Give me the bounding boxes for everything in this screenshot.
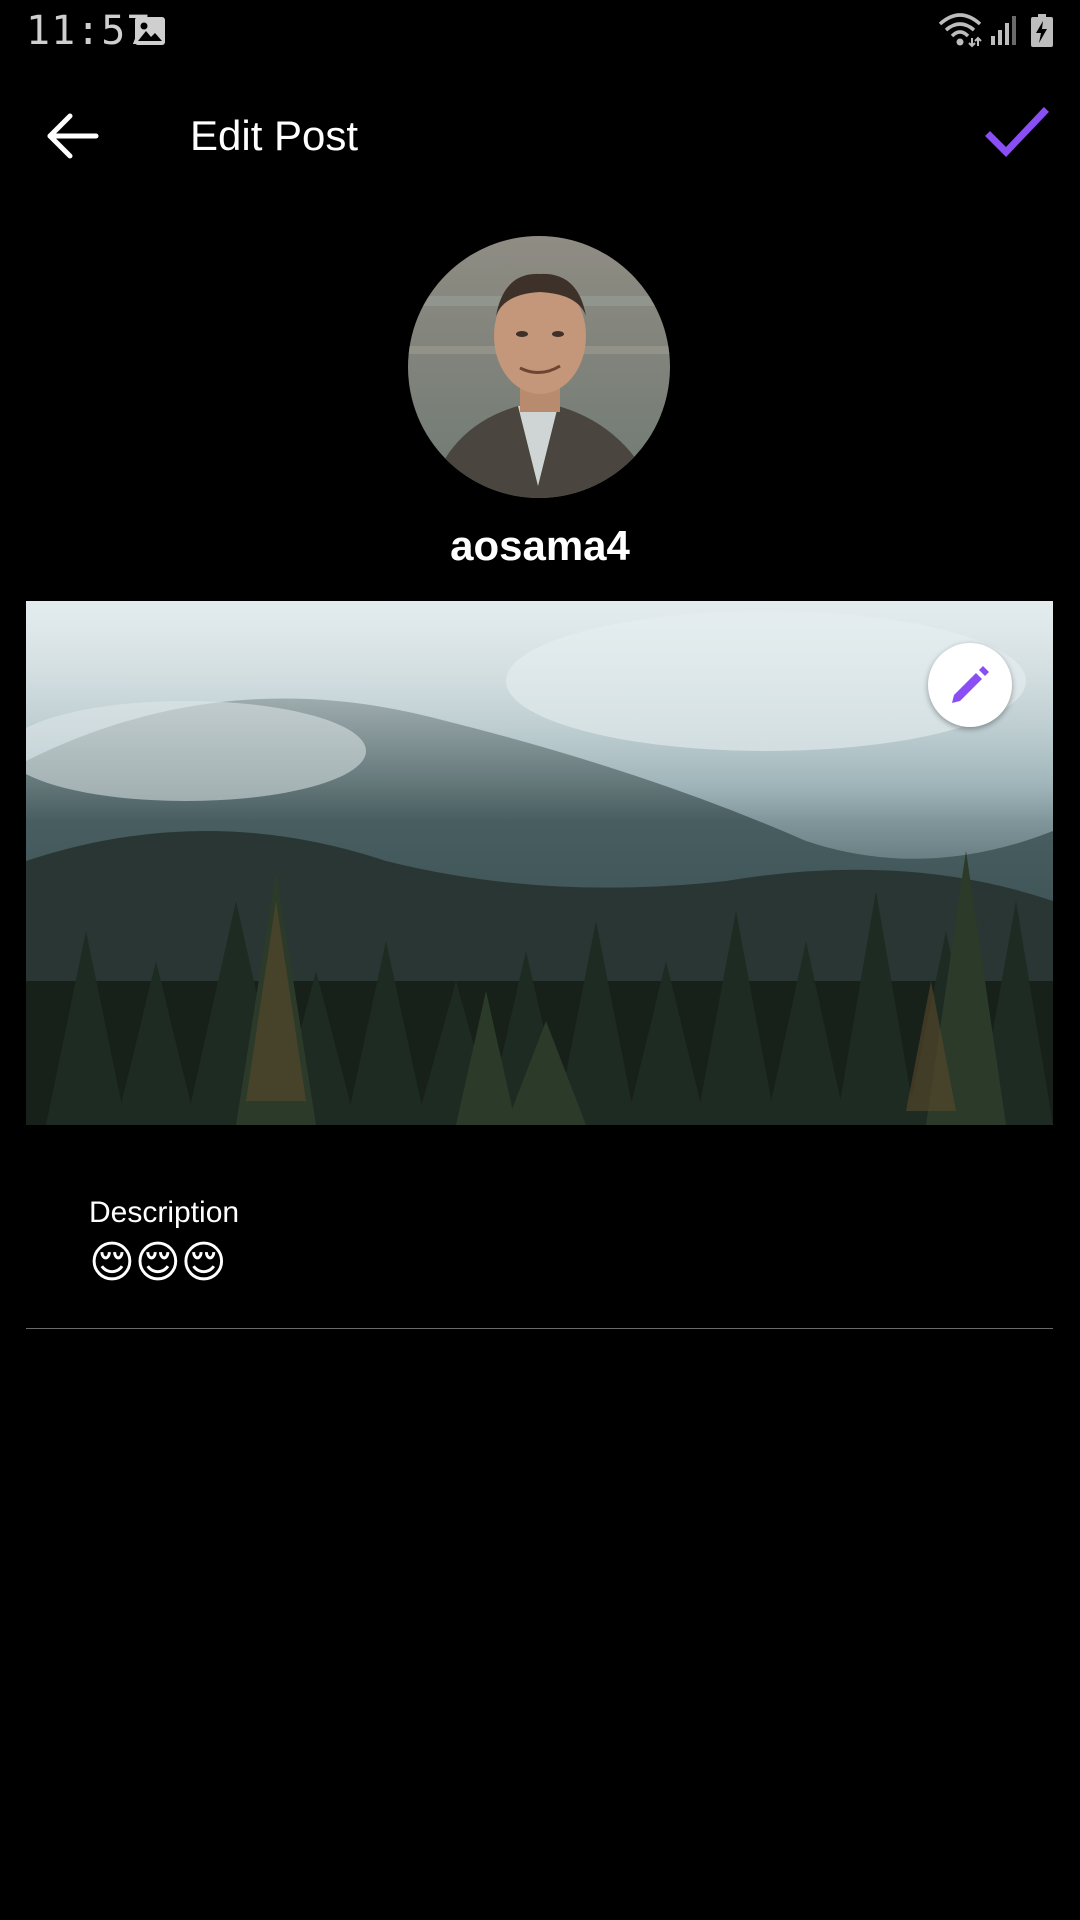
battery-charging-icon: [1031, 14, 1053, 47]
wifi-icon: [938, 13, 982, 48]
username: aosama4: [450, 522, 630, 569]
forest-mountain-image: [26, 601, 1053, 1125]
description-input[interactable]: 😌😌😌: [89, 1236, 989, 1290]
description-label: Description: [89, 1196, 240, 1229]
avatar[interactable]: [408, 236, 670, 498]
cell-signal-icon: [991, 16, 1016, 45]
edit-image-button[interactable]: [928, 643, 1012, 727]
app-bar: Edit Post: [0, 84, 1080, 188]
page-title: Edit Post: [190, 112, 359, 159]
pencil-icon: [952, 666, 989, 703]
edit-post-screen: 11:57 Edit Post aosama4 Description 😌😌😌: [0, 0, 1080, 1920]
gallery-icon: [135, 17, 165, 45]
status-time: 11:57: [26, 8, 152, 54]
arrow-back-icon[interactable]: [40, 108, 106, 164]
profile-photo: [408, 236, 670, 498]
status-bar: 11:57: [0, 0, 1080, 64]
checkmark-icon[interactable]: [984, 104, 1050, 164]
description-underline: [26, 1328, 1053, 1329]
post-image: [26, 601, 1053, 1125]
